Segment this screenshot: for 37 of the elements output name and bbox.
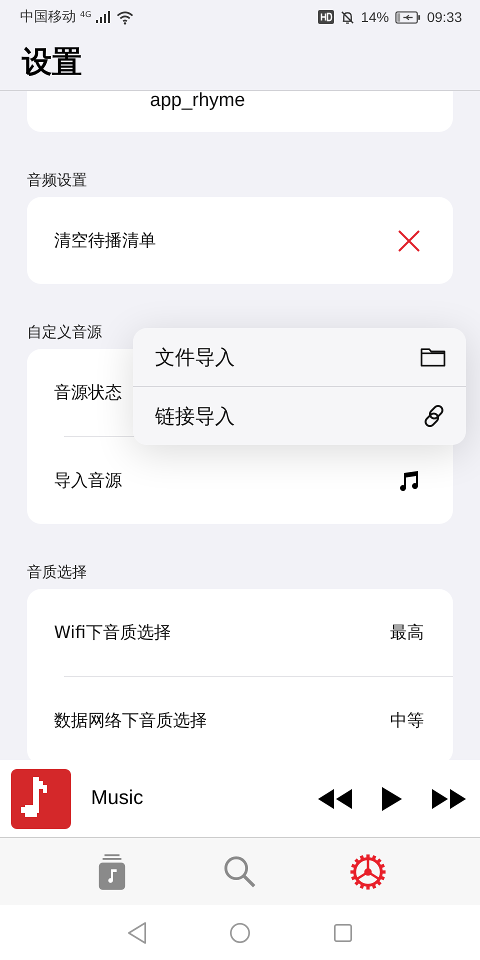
setting-label[interactable]: Wifi下音质选择	[54, 621, 171, 644]
music-note-icon	[397, 468, 421, 492]
battery-percent: 14%	[360, 9, 389, 25]
section-title: 自定义音源	[27, 323, 103, 341]
menu-item[interactable]: 链接导入	[155, 402, 235, 430]
wifi-icon	[115, 10, 136, 24]
home-icon[interactable]	[229, 922, 251, 944]
page-title: 设置	[22, 44, 82, 82]
setting-label[interactable]: 清空待播清单	[54, 229, 156, 252]
setting-label[interactable]: 导入音源	[54, 469, 122, 492]
clock-time: 09:33	[426, 9, 462, 25]
network-type: 4G	[80, 10, 92, 19]
setting-value[interactable]: 中等	[390, 709, 424, 732]
album-art-icon	[11, 768, 71, 828]
carrier-name: 中国移动	[20, 8, 76, 26]
signal-icon	[95, 10, 112, 24]
fast-forward-icon[interactable]	[432, 788, 466, 808]
setting-label[interactable]: 音源状态	[54, 381, 122, 404]
battery-icon	[394, 10, 421, 24]
recent-apps-icon[interactable]	[333, 922, 353, 942]
hd-icon	[318, 10, 334, 24]
play-icon[interactable]	[382, 786, 402, 810]
folder-icon	[419, 346, 447, 368]
settings-icon[interactable]	[349, 852, 387, 890]
rewind-icon[interactable]	[318, 788, 352, 808]
close-icon	[397, 228, 421, 252]
setting-value[interactable]: 最高	[390, 621, 424, 644]
search-icon[interactable]	[223, 854, 257, 888]
menu-item[interactable]: 文件导入	[155, 344, 235, 370]
library-icon[interactable]	[97, 852, 127, 890]
setting-value: app_rhyme	[150, 91, 246, 110]
setting-label[interactable]: 数据网络下音质选择	[54, 709, 207, 732]
bell-off-icon	[340, 10, 355, 24]
section-title: 音质选择	[27, 563, 88, 581]
section-title: 音频设置	[27, 171, 88, 189]
back-icon[interactable]	[127, 920, 147, 944]
track-title: Music	[91, 787, 144, 810]
